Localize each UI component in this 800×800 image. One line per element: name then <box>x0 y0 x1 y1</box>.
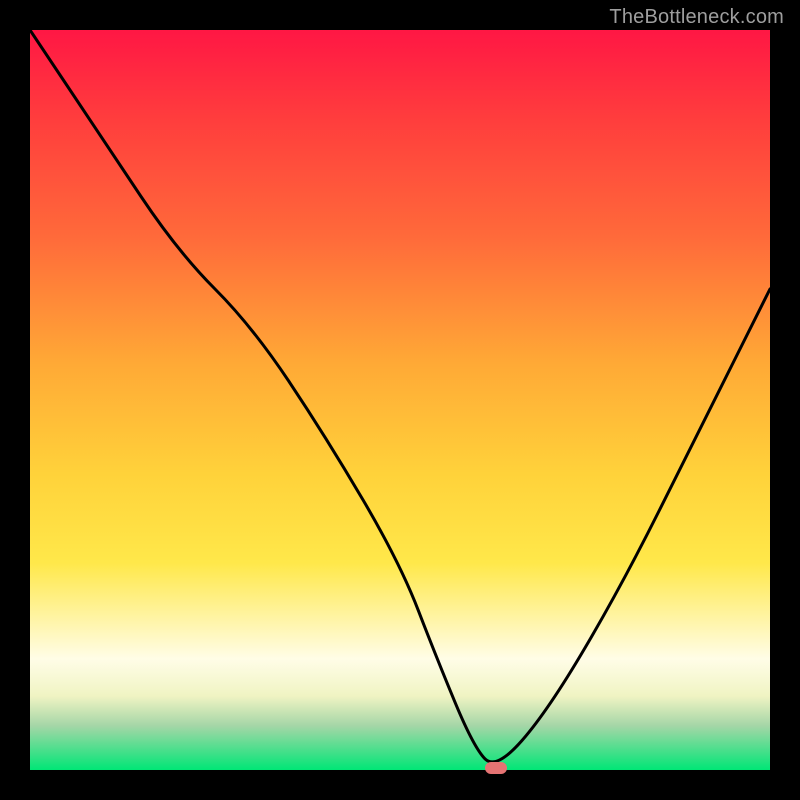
plot-area <box>30 30 770 770</box>
bottleneck-marker <box>485 762 507 774</box>
chart-frame: TheBottleneck.com <box>0 0 800 800</box>
watermark-text: TheBottleneck.com <box>609 6 784 29</box>
bottleneck-curve <box>30 30 770 770</box>
